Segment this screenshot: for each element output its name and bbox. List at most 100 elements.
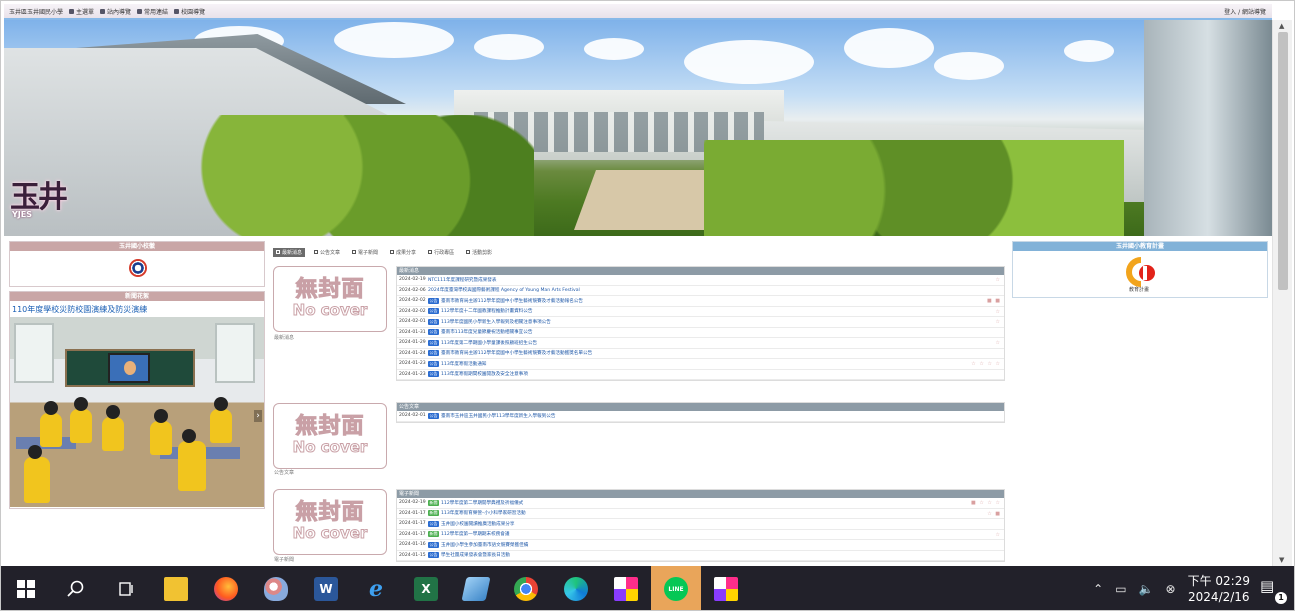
firefox-button[interactable]: [201, 566, 251, 610]
scroll-down-arrow-icon[interactable]: ▼: [1279, 556, 1284, 564]
paint-button[interactable]: [251, 566, 301, 610]
list-item[interactable]: 2024-01-23 公告 113年度寒假活動通知 ☆ ☆ ☆ ☆: [397, 359, 1004, 370]
list-item[interactable]: 2024-02-02 公告 臺南市教育局主辦112學年度國中小學生藝術競賽及才藝活動…: [397, 296, 1004, 307]
list-item[interactable]: 2024-02-01 公告 113學年度國民小學新生入學報到及相關注意事項公告 ☆: [397, 317, 1004, 328]
close-circle-icon[interactable]: ⊗: [1166, 582, 1176, 596]
list-item[interactable]: 2024-01-16 公告 玉井國小學生參加臺南市語文競賽榮獲佳績: [397, 540, 1004, 551]
volume-icon[interactable]: 🔈: [1139, 582, 1154, 596]
kalpa-app-button[interactable]: [601, 566, 651, 610]
item-action-icons[interactable]: ☆ ■: [987, 511, 1001, 517]
network-icon[interactable]: ▭: [1115, 582, 1126, 596]
scroll-thumb[interactable]: [1278, 32, 1288, 290]
item-title-link[interactable]: 臺南市113年度兒童節慶祝活動相關事宜公告: [441, 329, 532, 335]
tab-announcements[interactable]: 公告文章: [311, 248, 343, 257]
list-item[interactable]: 2024-01-17 公告 玉井國小校園閱讀推廣活動成果分享: [397, 519, 1004, 530]
item-action-icons[interactable]: ■ ■: [987, 298, 1001, 304]
list-item[interactable]: 2024-01-17 新聞 112學年度第一學期期末校務會議 ☆: [397, 530, 1004, 540]
plan-logo-icon[interactable]: 教育計畫: [1125, 256, 1157, 294]
edge-button[interactable]: [551, 566, 601, 610]
item-title-link[interactable]: 113年度寒假活動通知: [441, 361, 487, 367]
page-scrollbar[interactable]: ▲ ▼: [1272, 20, 1292, 566]
list-item[interactable]: 2024-01-23 公告 113年度寒假期間校園開放及安全注意事項: [397, 370, 1004, 380]
item-action-icons[interactable]: ☆: [996, 309, 1001, 315]
panel-title: 玉井國小教育計畫: [1013, 242, 1267, 251]
item-title-link[interactable]: 113年度寒假期間校園開放及安全注意事項: [441, 371, 528, 377]
tab-latest-news[interactable]: 最新消息: [273, 247, 306, 257]
tab-e-news[interactable]: 電子新聞: [349, 248, 381, 257]
search-button[interactable]: [51, 566, 101, 610]
item-title-link[interactable]: 2024年度臺灣學校與國際藝術課程 Agency of Young Man Ar…: [428, 287, 580, 293]
line-app-button[interactable]: LINE: [651, 566, 701, 610]
list-item[interactable]: 2024-01-24 公告 臺南市教育局主辦112學年度國中小學生藝術競賽及才藝活動…: [397, 349, 1004, 359]
item-action-icons[interactable]: ■ ☆ ☆ ☆: [971, 500, 1001, 506]
nav-item-tour[interactable]: 校園導覽: [174, 7, 205, 16]
tab-activities[interactable]: 活動剪影: [463, 248, 495, 257]
chevron-up-icon[interactable]: ⌃: [1093, 582, 1103, 596]
item-action-icons[interactable]: ☆: [996, 532, 1001, 538]
item-title-link[interactable]: 112學年度第二學期開學典禮及祈福儀式: [441, 500, 523, 506]
system-clock[interactable]: 下午 02:29 2024/2/16: [1188, 573, 1250, 605]
menu-icon: [69, 8, 75, 14]
list-item[interactable]: 2024-02-19 NTC111年度課程研究暨成果發表 ☆: [397, 275, 1004, 286]
item-title-link[interactable]: 112學年度十二年國教課程推動計畫資料公告: [441, 308, 532, 314]
item-title-link[interactable]: 臺南市玉井區玉井國民小學113學年度新生入學報到公告: [441, 413, 555, 419]
news-headline-link[interactable]: 110年度學校災防校園演練及防災演練: [12, 304, 147, 315]
no-cover-image[interactable]: 無封面 No cover: [273, 266, 387, 332]
news-photo[interactable]: [10, 317, 264, 507]
section-caption[interactable]: 最新消息: [274, 334, 294, 341]
list-item[interactable]: 2024-01-31 公告 臺南市113年度兒童節慶祝活動相關事宜公告: [397, 328, 1004, 338]
cloud: [1064, 40, 1114, 62]
item-action-icons[interactable]: ☆ ☆ ☆ ☆: [971, 361, 1001, 367]
item-action-icons[interactable]: ☆: [996, 277, 1001, 283]
tab-results[interactable]: 成果分享: [387, 248, 419, 257]
item-action-icons[interactable]: ☆: [996, 340, 1001, 346]
start-button[interactable]: [1, 566, 51, 610]
item-title-link[interactable]: 112學年度第一學期期末校務會議: [441, 531, 510, 537]
item-title-link[interactable]: NTC111年度課程研究暨成果發表: [428, 277, 496, 283]
item-title-link[interactable]: 113年度寒假育樂營–小小科學家研習活動: [441, 510, 526, 516]
item-title-link[interactable]: 113學年度國民小學新生入學報到及相關注意事項公告: [441, 319, 551, 325]
section-caption[interactable]: 電子新聞: [274, 556, 294, 563]
nav-item-links[interactable]: 常用連結: [137, 7, 168, 16]
item-title-link[interactable]: 學生社團成果發表會暨家長日活動: [441, 552, 510, 558]
chrome-button[interactable]: [501, 566, 551, 610]
scroll-up-arrow-icon[interactable]: ▲: [1279, 22, 1284, 30]
e-news-list: 電子新聞 2024-02-19 新聞 112學年度第二學期開學典禮及祈福儀式 ■ ☆ …: [396, 489, 1005, 562]
list-item[interactable]: 2024-02-02 公告 112學年度十二年國教課程推動計畫資料公告 ☆: [397, 307, 1004, 317]
list-item[interactable]: 2024-01-15 公告 學生社團成果發表會暨家長日活動: [397, 551, 1004, 561]
item-title-link[interactable]: 玉井國小校園閱讀推廣活動成果分享: [441, 521, 515, 527]
list-item[interactable]: 2024-02-01 公告 臺南市玉井區玉井國民小學113學年度新生入學報到公告: [397, 411, 1004, 422]
notification-center-button[interactable]: ▤ 1: [1260, 577, 1287, 604]
nav-item-home[interactable]: 玉井區玉井國民小學: [9, 7, 63, 16]
task-view-button[interactable]: [101, 566, 151, 610]
clock-date: 2024/2/16: [1188, 590, 1250, 604]
internet-explorer-button[interactable]: e: [351, 566, 401, 610]
item-date: 2024-02-01: [399, 319, 426, 325]
slider-next-arrow[interactable]: ›: [254, 410, 262, 422]
kalpa-app-button-2[interactable]: [701, 566, 751, 610]
tab-admin[interactable]: 行政專區: [425, 248, 457, 257]
item-title-link[interactable]: 臺南市教育局主辦112學年度國中小學生藝術競賽及才藝活動獲獎名單公告: [441, 350, 592, 356]
word-button[interactable]: W: [301, 566, 351, 610]
nav-item-login[interactable]: 登入 / 網站導覽: [1224, 7, 1266, 16]
file-explorer-button[interactable]: [151, 566, 201, 610]
list-icon: [390, 250, 395, 254]
item-title-link[interactable]: 113年度第二學期國小學童課後照顧班招生公告: [441, 340, 537, 346]
list-item[interactable]: 2024-01-29 公告 113年度第二學期國小學童課後照顧班招生公告 ☆: [397, 338, 1004, 349]
notepad-button[interactable]: [451, 566, 501, 610]
list-item[interactable]: 2024-02-06 2024年度臺灣學校與國際藝術課程 Agency of Yo…: [397, 286, 1004, 296]
list-item[interactable]: 2024-02-19 新聞 112學年度第二學期開學典禮及祈福儀式 ■ ☆ ☆ ☆: [397, 498, 1004, 509]
news-list: 最新消息 2024-02-19 NTC111年度課程研究暨成果發表 ☆ 2024-02…: [396, 266, 1005, 381]
excel-button[interactable]: X: [401, 566, 451, 610]
no-cover-zh: 無封面: [295, 276, 365, 303]
item-title-link[interactable]: 臺南市教育局主辦112學年度國中小學生藝術競賽及才藝活動報名公告: [441, 298, 583, 304]
list-item[interactable]: 2024-01-17 新聞 113年度寒假育樂營–小小科學家研習活動 ☆ ■: [397, 509, 1004, 519]
no-cover-image[interactable]: 無封面 No cover: [273, 403, 387, 469]
item-action-icons[interactable]: ☆: [996, 319, 1001, 325]
nav-item-sitemap[interactable]: 站內導覽: [100, 7, 131, 16]
kalpa-icon: [714, 577, 738, 601]
section-caption[interactable]: 公告文章: [274, 469, 294, 476]
item-title-link[interactable]: 玉井國小學生參加臺南市語文競賽榮獲佳績: [441, 542, 528, 548]
nav-item-menu[interactable]: 主選單: [69, 7, 94, 16]
no-cover-image[interactable]: 無封面 No cover: [273, 489, 387, 555]
